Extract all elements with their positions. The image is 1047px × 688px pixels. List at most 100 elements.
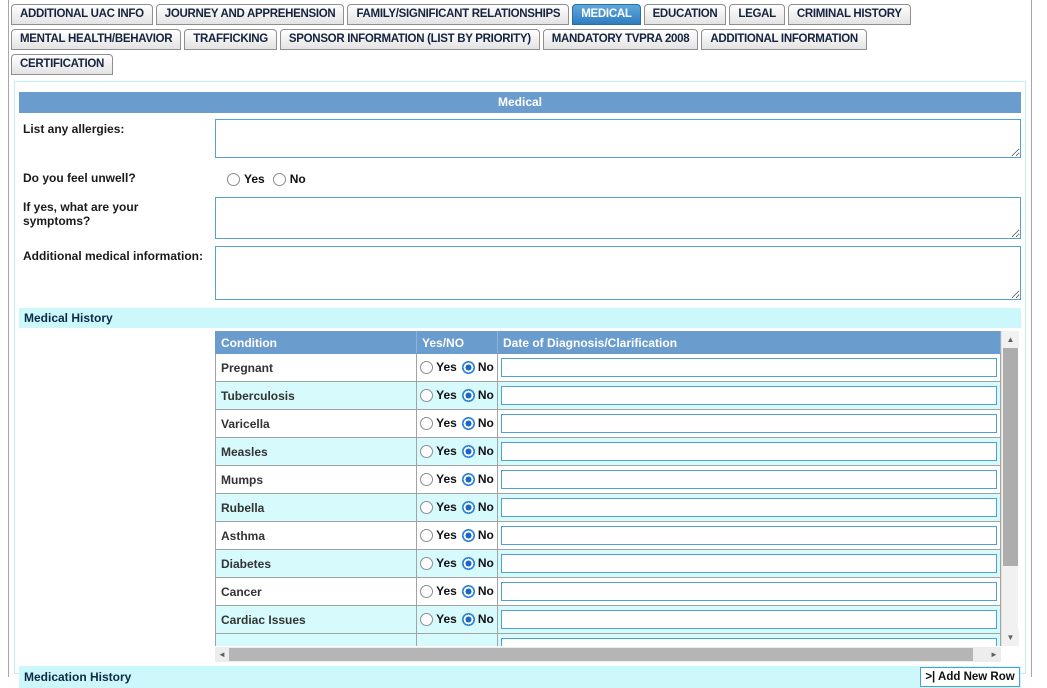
table-row: Diabetes Yes No bbox=[215, 549, 1001, 578]
table-header-row: Condition Yes/NO Date of Diagnosis/Clari… bbox=[215, 331, 1001, 354]
condition-yes-label: Yes bbox=[436, 416, 457, 430]
condition-no-radio[interactable] bbox=[461, 613, 475, 626]
table-row: Measles Yes No bbox=[215, 437, 1001, 466]
unwell-row: Do you feel unwell? Yes No bbox=[19, 168, 1021, 188]
date-cell bbox=[497, 521, 1001, 550]
tab[interactable]: SPONSOR INFORMATION (LIST BY PRIORITY) bbox=[279, 29, 540, 50]
condition-no-radio[interactable] bbox=[461, 473, 475, 486]
tab[interactable]: TRAFFICKING bbox=[184, 29, 277, 50]
tab-label: MENTAL HEALTH/BEHAVIOR bbox=[20, 33, 173, 45]
condition-no-radio[interactable] bbox=[461, 529, 475, 542]
date-input[interactable] bbox=[501, 582, 997, 601]
unwell-no-radio[interactable] bbox=[272, 172, 286, 186]
tab-label: LEGAL bbox=[738, 8, 776, 20]
allergies-textarea[interactable] bbox=[215, 119, 1021, 158]
vertical-scrollbar[interactable]: ▲ ▼ bbox=[1001, 331, 1019, 646]
condition-yes-label: Yes bbox=[436, 584, 457, 598]
unwell-yes-label: Yes bbox=[244, 171, 265, 186]
condition-no-radio[interactable] bbox=[461, 361, 475, 374]
condition-no-label: No bbox=[477, 528, 494, 542]
add-new-row-button[interactable]: >| Add New Row bbox=[920, 667, 1020, 687]
date-input[interactable] bbox=[501, 358, 997, 377]
date-input[interactable] bbox=[501, 554, 997, 573]
table-row: Cardiac Issues Yes No bbox=[215, 605, 1001, 634]
date-input[interactable] bbox=[501, 414, 997, 433]
condition-no-radio[interactable] bbox=[461, 445, 475, 458]
tab[interactable]: LEGAL bbox=[729, 4, 785, 25]
date-column-header: Date of Diagnosis/Clarification bbox=[497, 331, 1001, 354]
yesno-cell: Yes No bbox=[416, 353, 498, 382]
tab[interactable]: CERTIFICATION bbox=[11, 54, 114, 75]
condition-cell: Mumps bbox=[215, 465, 417, 494]
date-input[interactable] bbox=[501, 610, 997, 629]
table-row: Pregnant Yes No bbox=[215, 353, 1001, 382]
condition-no-label: No bbox=[477, 500, 494, 514]
medical-history-header: Medical History bbox=[19, 308, 1021, 328]
unwell-yes-radio[interactable] bbox=[227, 172, 240, 186]
tab[interactable]: EDUCATION bbox=[643, 4, 727, 25]
condition-no-label: No bbox=[477, 472, 494, 486]
condition-yes-radio[interactable] bbox=[420, 473, 434, 486]
tab[interactable]: MENTAL HEALTH/BEHAVIOR bbox=[11, 29, 182, 50]
condition-no-radio[interactable] bbox=[461, 585, 475, 598]
additional-info-row: Additional medical information: bbox=[19, 246, 1021, 300]
yesno-cell: Yes No bbox=[416, 577, 498, 606]
condition-yes-radio[interactable] bbox=[420, 361, 434, 374]
condition-cell: Cancer bbox=[215, 577, 417, 606]
date-input[interactable] bbox=[501, 386, 997, 405]
tab[interactable]: FAMILY/SIGNIFICANT RELATIONSHIPS bbox=[347, 4, 570, 25]
tab[interactable]: MEDICAL bbox=[572, 4, 641, 25]
tab[interactable]: JOURNEY AND APPREHENSION bbox=[155, 4, 345, 25]
condition-cell: Diabetes bbox=[215, 549, 417, 578]
unwell-options: Yes No bbox=[215, 168, 1021, 188]
horizontal-scrollbar-thumb[interactable] bbox=[229, 648, 973, 661]
table-row-partial bbox=[215, 633, 1001, 646]
condition-no-label: No bbox=[477, 388, 494, 402]
tab[interactable]: ADDITIONAL UAC INFO bbox=[11, 4, 153, 25]
date-input[interactable] bbox=[501, 442, 997, 461]
tab-label: CRIMINAL HISTORY bbox=[796, 8, 902, 20]
table-row: Mumps Yes No bbox=[215, 465, 1001, 494]
symptoms-textarea[interactable] bbox=[215, 197, 1021, 239]
condition-yes-radio[interactable] bbox=[420, 613, 434, 626]
condition-no-label: No bbox=[477, 584, 494, 598]
symptoms-row: If yes, what are your symptoms? bbox=[19, 197, 1021, 239]
tab-label: FAMILY/SIGNIFICANT RELATIONSHIPS bbox=[356, 8, 561, 20]
date-input[interactable] bbox=[501, 498, 997, 517]
yesno-cell: Yes No bbox=[416, 437, 498, 466]
condition-yes-radio[interactable] bbox=[420, 417, 434, 430]
arrow-up-icon: ▲ bbox=[1006, 335, 1015, 344]
condition-yes-radio[interactable] bbox=[420, 585, 434, 598]
medical-panel: Medical List any allergies: Do you feel … bbox=[14, 81, 1026, 688]
condition-cell: Tuberculosis bbox=[215, 381, 417, 410]
tab[interactable]: CRIMINAL HISTORY bbox=[787, 4, 911, 25]
scroll-down-button[interactable]: ▼ bbox=[1002, 629, 1019, 646]
condition-no-radio[interactable] bbox=[461, 389, 475, 402]
vertical-scrollbar-thumb[interactable] bbox=[1003, 348, 1018, 566]
scroll-left-button[interactable]: ◄ bbox=[215, 647, 229, 662]
arrow-down-icon: ▼ bbox=[1006, 633, 1015, 642]
yesno-cell: Yes No bbox=[416, 409, 498, 438]
scroll-up-button[interactable]: ▲ bbox=[1002, 331, 1019, 348]
condition-yes-radio[interactable] bbox=[420, 501, 434, 514]
condition-no-label: No bbox=[477, 612, 494, 626]
tab[interactable]: ADDITIONAL INFORMATION bbox=[701, 29, 867, 50]
date-input[interactable] bbox=[501, 638, 997, 646]
condition-column-header: Condition bbox=[215, 331, 417, 354]
condition-no-radio[interactable] bbox=[461, 417, 475, 430]
additional-info-textarea[interactable] bbox=[215, 246, 1021, 300]
date-input[interactable] bbox=[501, 470, 997, 489]
condition-yes-radio[interactable] bbox=[420, 557, 434, 570]
condition-yes-radio[interactable] bbox=[420, 529, 434, 542]
horizontal-scrollbar[interactable]: ◄ ► bbox=[215, 647, 1001, 662]
tab[interactable]: MANDATORY TVPRA 2008 bbox=[542, 29, 699, 50]
yesno-cell: Yes No bbox=[416, 465, 498, 494]
date-cell bbox=[497, 409, 1001, 438]
condition-yes-radio[interactable] bbox=[420, 445, 434, 458]
condition-no-radio[interactable] bbox=[461, 501, 475, 514]
tab-label: MEDICAL bbox=[581, 8, 632, 20]
condition-no-radio[interactable] bbox=[461, 557, 475, 570]
condition-yes-radio[interactable] bbox=[420, 389, 434, 402]
date-input[interactable] bbox=[501, 526, 997, 545]
scroll-right-button[interactable]: ► bbox=[987, 647, 1001, 662]
